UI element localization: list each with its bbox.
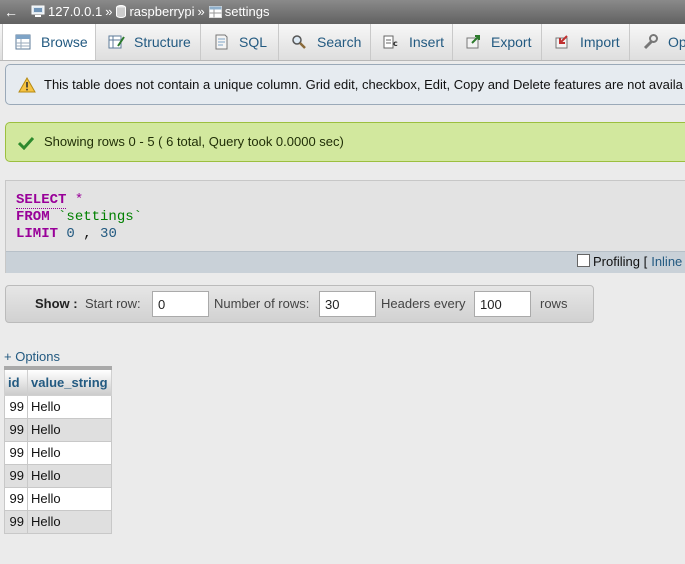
breadcrumb-server[interactable]: 127.0.0.1 — [48, 4, 102, 19]
cell-value-string[interactable]: Hello — [27, 463, 112, 488]
svg-text:c: c — [393, 39, 398, 48]
breadcrumb-separator: » — [197, 4, 205, 19]
sql-table-name: `settings` — [58, 209, 143, 225]
cell-id[interactable]: 99 — [4, 394, 28, 419]
profiling-checkbox[interactable] — [577, 254, 590, 267]
cell-id[interactable]: 99 — [4, 417, 28, 442]
headers-every-label: Headers every — [381, 296, 466, 311]
warning-notice: This table does not contain a unique col… — [5, 64, 685, 105]
table-row[interactable]: 99 Hello — [4, 440, 112, 465]
sql-keyword: FROM — [16, 209, 50, 225]
cell-value-string[interactable]: Hello — [27, 440, 112, 465]
inline-edit-link[interactable]: Inline — [651, 254, 682, 269]
insert-icon: c — [383, 35, 398, 49]
import-icon — [555, 35, 568, 49]
number-of-rows-input[interactable] — [319, 291, 376, 317]
table-row[interactable]: 99 Hello — [4, 509, 112, 534]
cell-value-string[interactable]: Hello — [27, 486, 112, 511]
browse-icon — [15, 34, 31, 50]
show-button[interactable]: Show : — [35, 296, 78, 311]
tab-sql[interactable]: SQL — [201, 24, 279, 60]
table-row[interactable]: 99 Hello — [4, 394, 112, 419]
tab-search[interactable]: Search — [279, 24, 371, 60]
success-message: Showing rows 0 - 5 ( 6 total, Query took… — [44, 134, 344, 149]
column-header-value-string[interactable]: value_string — [27, 366, 112, 396]
server-icon — [31, 2, 45, 26]
cell-value-string[interactable]: Hello — [27, 509, 112, 534]
table-row[interactable]: 99 Hello — [4, 463, 112, 488]
sql-query-footer: Profiling [Inline — [6, 251, 685, 273]
table-row[interactable]: 99 Hello — [4, 486, 112, 511]
cell-value-string[interactable]: Hello — [27, 394, 112, 419]
table-icon — [208, 2, 222, 26]
sql-limit-separator: , — [83, 226, 92, 242]
breadcrumb-separator: » — [105, 4, 113, 19]
tab-label: Insert — [409, 34, 445, 50]
sql-limit-offset: 0 — [66, 226, 75, 242]
tab-browse[interactable]: Browse — [2, 24, 96, 60]
export-icon — [466, 35, 480, 49]
warning-message: This table does not contain a unique col… — [44, 77, 683, 92]
warning-icon — [18, 77, 36, 93]
sql-icon — [215, 34, 228, 50]
sql-limit-count: 30 — [100, 226, 117, 242]
cell-value-string[interactable]: Hello — [27, 417, 112, 442]
breadcrumb-bar: ← 127.0.0.1» raspberrypi» settings — [0, 0, 685, 24]
tab-export[interactable]: Export — [453, 24, 542, 60]
cell-id[interactable]: 99 — [4, 440, 28, 465]
cell-id[interactable]: 99 — [4, 463, 28, 488]
tab-label: Browse — [41, 34, 88, 50]
breadcrumb: 127.0.0.1» raspberrypi» settings — [31, 0, 270, 26]
tab-import[interactable]: Import — [542, 24, 630, 60]
tab-label: Search — [317, 34, 362, 50]
results-table: id value_string 99 Hello 99 Hello 99 Hello … — [4, 366, 112, 534]
tab-label: SQL — [239, 34, 268, 50]
tab-bar: Browse Structure SQL Search c Insert Exp… — [0, 24, 685, 61]
tab-label: Export — [491, 34, 532, 50]
database-icon — [116, 2, 127, 26]
tab-label: Structure — [134, 34, 191, 50]
headers-every-input[interactable] — [474, 291, 531, 317]
table-row[interactable]: 99 Hello — [4, 417, 112, 442]
column-header-id[interactable]: id — [4, 366, 28, 396]
tab-label: Op — [668, 34, 685, 50]
back-arrow-icon[interactable]: ← — [3, 0, 19, 24]
profiling-option: Profiling [Inline — [577, 254, 682, 269]
tab-operations[interactable]: Op — [630, 24, 685, 60]
table-header-row: id value_string — [4, 366, 112, 396]
breadcrumb-table[interactable]: settings — [225, 4, 270, 19]
start-row-label: Start row: — [85, 296, 141, 311]
sql-star: * — [74, 192, 84, 208]
start-row-input[interactable] — [152, 291, 209, 317]
rows-label: rows — [540, 296, 568, 311]
number-of-rows-label: Number of rows: — [214, 296, 310, 311]
breadcrumb-database[interactable]: raspberrypi — [129, 4, 194, 19]
cell-id[interactable]: 99 — [4, 486, 28, 511]
cell-id[interactable]: 99 — [4, 509, 28, 534]
sql-keyword: SELECT — [16, 192, 67, 209]
tab-structure[interactable]: Structure — [96, 24, 201, 60]
navigation-bar: Show : Start row: Number of rows: Header… — [5, 285, 594, 323]
sql-query-box: SELECT * FROM `settings` LIMIT 0 , 30 Pr… — [5, 180, 685, 273]
sql-query[interactable]: SELECT * FROM `settings` LIMIT 0 , 30 — [16, 192, 142, 243]
tab-label: Import — [580, 34, 620, 50]
structure-icon — [108, 35, 125, 49]
success-notice: Showing rows 0 - 5 ( 6 total, Query took… — [5, 122, 685, 162]
operations-icon — [643, 34, 658, 50]
profiling-label: Profiling [ — [593, 254, 648, 269]
tab-insert[interactable]: c Insert — [371, 24, 453, 60]
search-icon — [292, 35, 306, 49]
options-link[interactable]: + Options — [4, 349, 60, 364]
checkmark-icon — [18, 136, 34, 150]
sql-keyword: LIMIT — [16, 226, 59, 242]
